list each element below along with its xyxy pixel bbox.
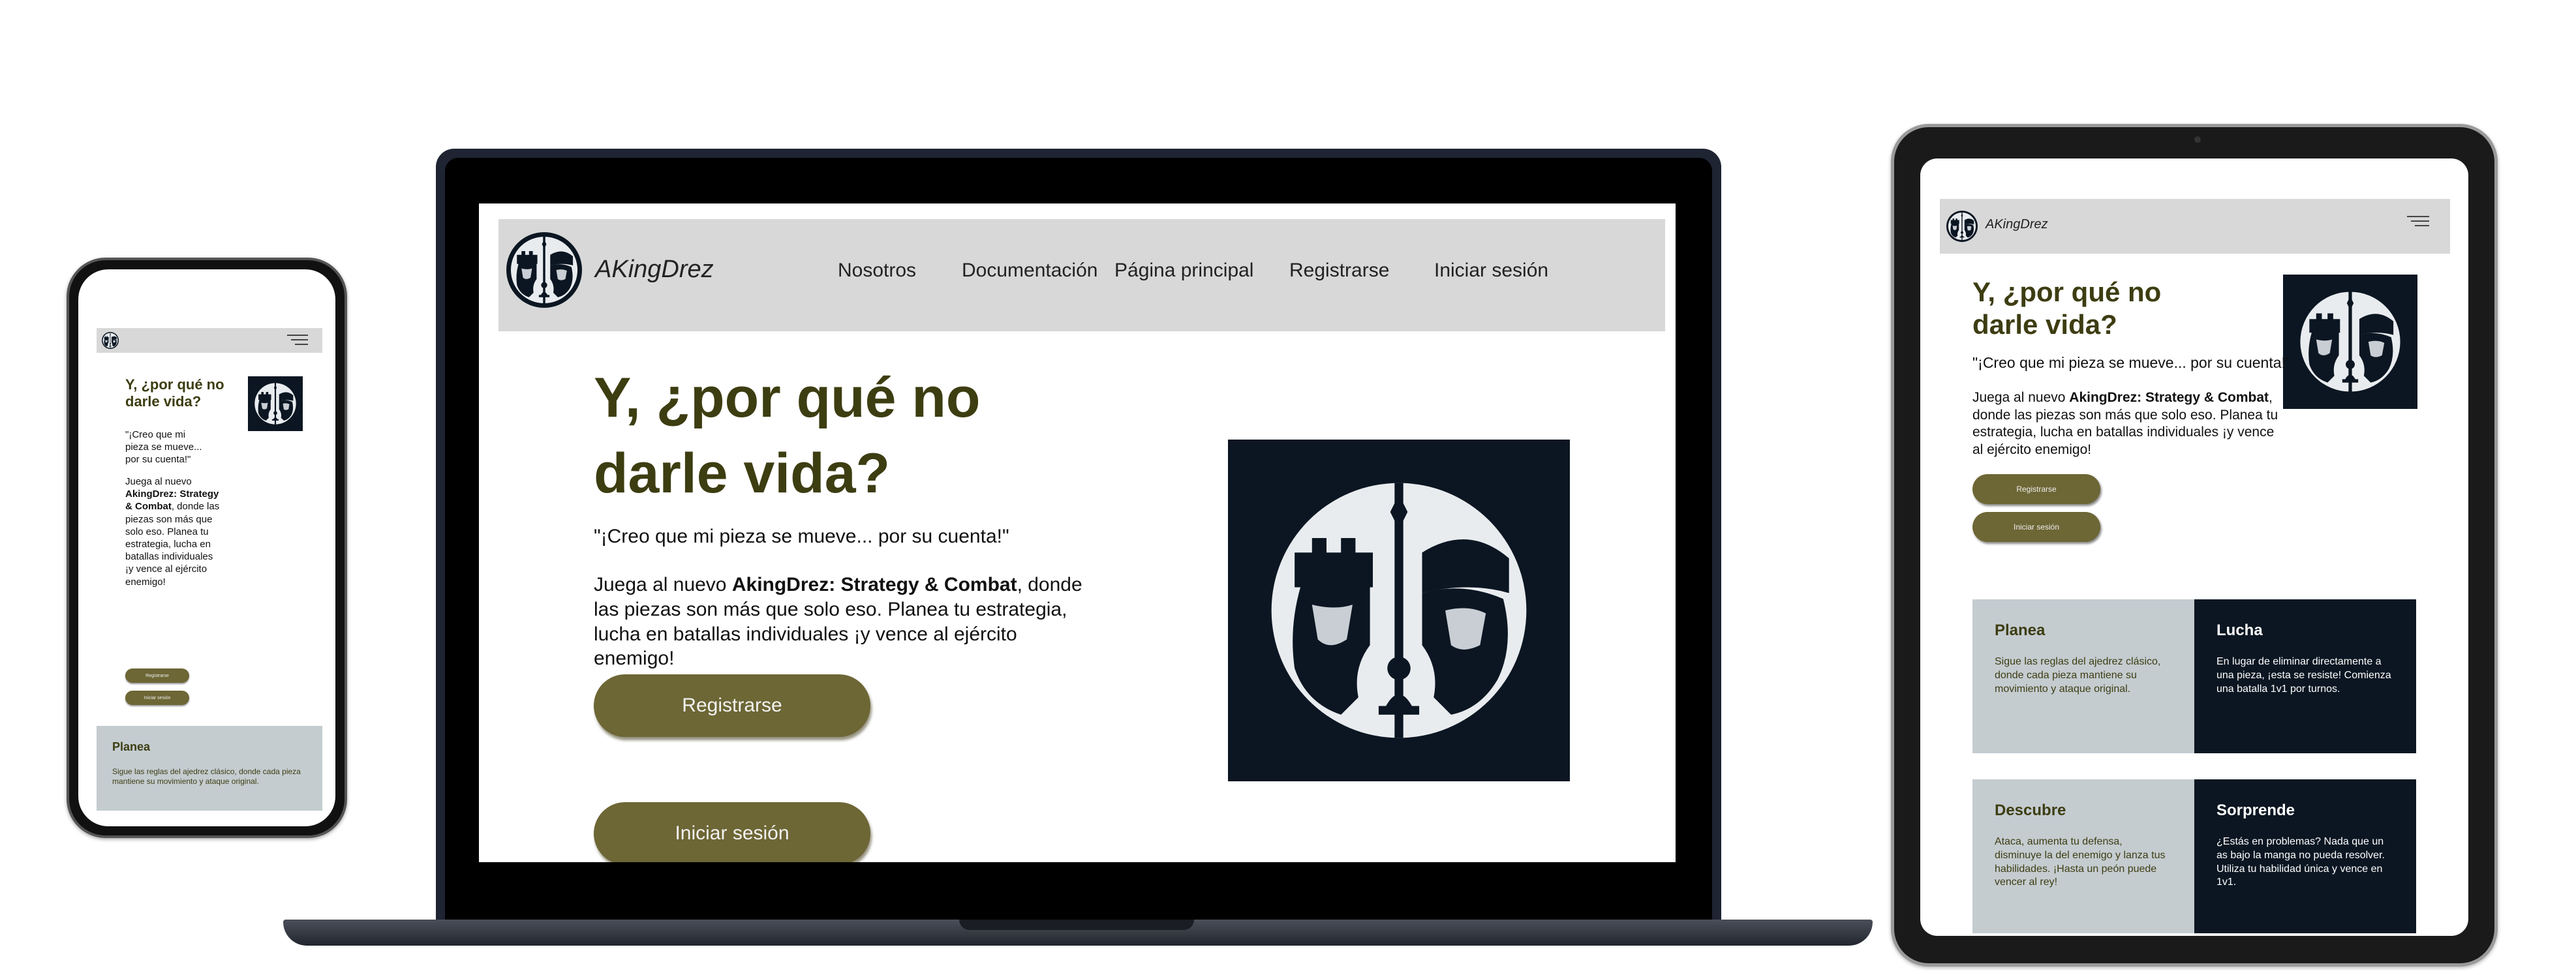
nav-link-nosotros[interactable]: Nosotros bbox=[838, 260, 916, 282]
login-button[interactable]: Iniciar sesión bbox=[594, 802, 870, 862]
feature-title: Planea bbox=[1995, 622, 2046, 639]
register-button[interactable]: Registrarse bbox=[594, 674, 870, 737]
chess-emblem-graphic bbox=[1948, 212, 1976, 241]
hamburger-menu-icon[interactable] bbox=[2407, 216, 2429, 230]
feature-text: Ataca, aumenta tu defensa, disminuye la … bbox=[1995, 836, 2166, 888]
desc-prefix: Juega al nuevo bbox=[125, 476, 192, 487]
laptop-screen: AKingDrez Nosotros Documentación Página … bbox=[479, 203, 1676, 862]
chess-knights-emblem-icon bbox=[1254, 466, 1544, 755]
hero-quote: "¡Creo que mi pieza se mueve... por su c… bbox=[1972, 354, 2292, 371]
hero-quote: "¡Creo que mi pieza se mueve... por su c… bbox=[594, 526, 1009, 547]
feature-title: Lucha bbox=[2216, 622, 2263, 639]
nav-link-iniciar-sesion[interactable]: Iniciar sesión bbox=[1434, 260, 1548, 282]
hero-image bbox=[248, 376, 303, 431]
feature-card-planea: Planea Sigue las reglas del ajedrez clás… bbox=[1972, 599, 2194, 753]
phone-mockup: Y, ¿por qué no darle vida? "¡Creo que mi… bbox=[67, 258, 347, 838]
chess-knights-emblem-icon bbox=[252, 380, 299, 427]
hero-title: Y, ¿por qué no darle vida? bbox=[594, 367, 981, 505]
hero-title: Y, ¿por qué no darle vida? bbox=[1972, 277, 2162, 340]
hero-image bbox=[2283, 275, 2417, 409]
chess-emblem-graphic bbox=[2300, 292, 2400, 392]
phone-screen: Y, ¿por qué no darle vida? "¡Creo que mi… bbox=[78, 269, 335, 826]
navbar: AKingDrez bbox=[1940, 199, 2450, 254]
login-button[interactable]: Iniciar sesión bbox=[1972, 512, 2100, 542]
chess-emblem-graphic bbox=[254, 383, 296, 425]
laptop-notch bbox=[959, 920, 1194, 930]
hero-title: Y, ¿por qué no darle vida? bbox=[125, 376, 224, 410]
login-button[interactable]: Iniciar sesión bbox=[125, 691, 189, 705]
desc-prefix: Juega al nuevo bbox=[594, 574, 732, 595]
feature-text: ¿Estás en problemas? Nada que un as bajo… bbox=[2216, 836, 2385, 888]
desc-bold: AkingDrez: Strategy & Combat bbox=[731, 574, 1017, 595]
chess-emblem-graphic bbox=[1271, 483, 1527, 738]
register-button[interactable]: Registrarse bbox=[125, 668, 189, 683]
logo-icon[interactable] bbox=[102, 332, 119, 349]
desc-prefix: Juega al nuevo bbox=[1972, 390, 2070, 405]
chess-emblem-graphic bbox=[510, 236, 578, 304]
hero-description: Juega al nuevo AkingDrez: Strategy & Com… bbox=[1972, 389, 2286, 459]
logo-icon[interactable] bbox=[506, 232, 582, 308]
feature-title: Descubre bbox=[1995, 802, 2066, 819]
logo-icon[interactable] bbox=[1946, 211, 1978, 242]
hero-image bbox=[1228, 440, 1570, 781]
brand-name[interactable]: AKingDrez bbox=[1986, 217, 2048, 232]
hero-quote: "¡Creo que mi pieza se mueve... por su c… bbox=[125, 429, 202, 466]
desc-bold: AkingDrez: Strategy & Combat bbox=[2069, 390, 2269, 405]
feature-text: Sigue las reglas del ajedrez clásico, do… bbox=[112, 767, 301, 786]
feature-card-planea: Planea Sigue las reglas del ajedrez clás… bbox=[97, 726, 322, 811]
nav-link-pagina-principal[interactable]: Página principal bbox=[1114, 260, 1253, 282]
tablet-screen: AKingDrez Y, ¿por qué no darle vida? "¡C… bbox=[1920, 158, 2468, 936]
hero-description: Juega al nuevo AkingDrez: Strategy & Com… bbox=[594, 573, 1090, 671]
brand-name[interactable]: AKingDrez bbox=[595, 256, 714, 284]
navbar bbox=[97, 328, 322, 353]
feature-title: Planea bbox=[112, 740, 151, 753]
chess-knights-emblem-icon bbox=[2293, 285, 2407, 398]
nav-link-documentacion[interactable]: Documentación bbox=[962, 260, 1097, 282]
navbar: AKingDrez Nosotros Documentación Página … bbox=[498, 219, 1665, 331]
feature-card-lucha: Lucha En lugar de eliminar directamente … bbox=[2194, 599, 2416, 753]
feature-text: En lugar de eliminar directamente a una … bbox=[2216, 656, 2391, 695]
camera-icon bbox=[2194, 136, 2201, 143]
feature-title: Sorprende bbox=[2216, 802, 2295, 819]
nav-link-registrarse[interactable]: Registrarse bbox=[1289, 260, 1389, 282]
hamburger-menu-icon[interactable] bbox=[287, 335, 308, 348]
hero-description: Juega al nuevo AkingDrez: Strategy & Com… bbox=[125, 475, 223, 588]
chess-emblem-graphic bbox=[102, 333, 118, 348]
feature-text: Sigue las reglas del ajedrez clásico, do… bbox=[1995, 656, 2161, 695]
feature-card-descubre: Descubre Ataca, aumenta tu defensa, dism… bbox=[1972, 779, 2194, 933]
desc-suffix: , donde las piezas son más que solo eso.… bbox=[125, 501, 220, 588]
tablet-mockup: AKingDrez Y, ¿por qué no darle vida? "¡C… bbox=[1891, 124, 2498, 967]
feature-card-sorprende: Sorprende ¿Estás en problemas? Nada que … bbox=[2194, 779, 2416, 933]
register-button[interactable]: Registrarse bbox=[1972, 474, 2100, 504]
